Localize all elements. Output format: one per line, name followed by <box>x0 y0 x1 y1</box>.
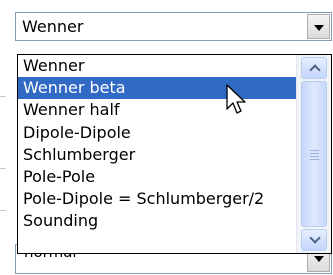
scroll-up-button[interactable] <box>301 57 327 79</box>
list-item[interactable]: Wenner half <box>18 99 296 121</box>
chevron-up-icon <box>309 64 321 76</box>
list-item[interactable]: Pole-Dipole = Schlumberger/2 <box>18 188 296 210</box>
dropdown-options: Wenner Wenner beta Wenner half Dipole-Di… <box>18 55 296 253</box>
grip-line <box>310 150 319 151</box>
grip-line <box>310 156 319 157</box>
dialog-edge-line <box>0 96 6 97</box>
list-item[interactable]: Dipole-Dipole <box>18 122 296 144</box>
grip-line <box>310 153 319 154</box>
combobox-selected-value: Wenner <box>22 17 84 36</box>
dialog-edge-line <box>0 168 6 169</box>
dialog-edge-line <box>0 210 6 211</box>
chevron-down-icon <box>309 232 321 244</box>
list-item[interactable]: Sounding <box>18 210 296 232</box>
grip-line <box>310 159 319 160</box>
combobox-dropdown-button[interactable] <box>307 14 330 39</box>
vertical-scrollbar[interactable] <box>296 55 331 253</box>
chevron-down-icon <box>314 25 324 31</box>
scroll-down-button[interactable] <box>301 229 327 251</box>
mouse-pointer-icon <box>226 84 246 114</box>
list-item[interactable]: Pole-Pole <box>18 166 296 188</box>
array-type-combobox[interactable]: Wenner <box>15 12 332 41</box>
list-item-highlighted[interactable]: Wenner beta <box>18 77 296 100</box>
dropdown-list: Wenner Wenner beta Wenner half Dipole-Di… <box>17 54 332 254</box>
chevron-down-icon <box>314 256 324 262</box>
scrollbar-thumb[interactable] <box>301 81 327 227</box>
list-item[interactable]: Wenner <box>18 55 296 77</box>
list-item[interactable]: Schlumberger <box>18 144 296 166</box>
